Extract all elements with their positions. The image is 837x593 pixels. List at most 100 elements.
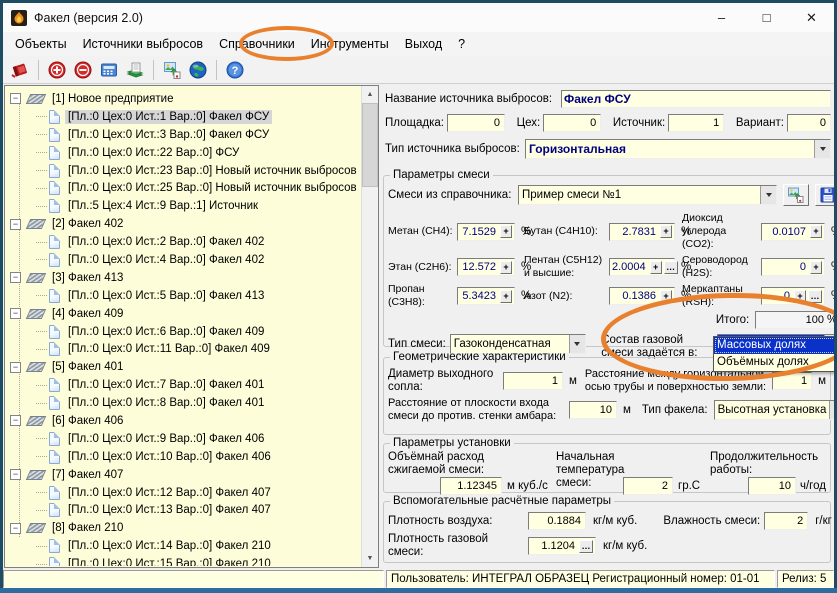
component-input[interactable]: 7.1529+: [457, 223, 515, 241]
globe-icon[interactable]: [185, 58, 211, 82]
axis-height-input[interactable]: 1: [772, 372, 812, 390]
component-input[interactable]: 0.0107+: [761, 223, 825, 241]
component-input[interactable]: 0+…: [761, 287, 825, 305]
expand-collapse-icon[interactable]: −: [10, 219, 21, 230]
tree-item[interactable]: [Пл.:0 Цех:0 Ист.:8 Вар.:0] Факел 401: [6, 394, 360, 412]
tree-item[interactable]: [Пл.:0 Цех:0 Ист.:2 Вар.:0] Факел 402: [6, 233, 360, 251]
menu-objects[interactable]: Объекты: [7, 34, 75, 54]
tree-item[interactable]: [Пл.:0 Цех:0 Ист.:12 Вар.:0] Факел 407: [6, 484, 360, 502]
tree-group[interactable]: −[8] Факел 210: [6, 519, 360, 537]
component-input[interactable]: 12.572+: [457, 258, 515, 276]
help-icon[interactable]: ?: [222, 58, 248, 82]
component-input[interactable]: 2.7831+: [609, 223, 675, 241]
scroll-down-icon[interactable]: ▼: [362, 550, 378, 567]
chevron-down-icon[interactable]: [814, 140, 830, 158]
gas-density-input[interactable]: 1.1204…: [528, 537, 596, 555]
area-input[interactable]: 0: [447, 114, 505, 132]
maximize-button[interactable]: □: [744, 3, 789, 32]
ellipsis-button[interactable]: …: [579, 540, 593, 553]
ellipsis-button[interactable]: …: [808, 290, 822, 303]
source-type-combobox[interactable]: Горизонтальная: [525, 139, 831, 159]
tree-item[interactable]: [Пл.:0 Цех:0 Ист.:14 Вар.:0] Факел 210: [6, 537, 360, 555]
component-input[interactable]: 0.1386+: [609, 287, 675, 305]
calculator-icon[interactable]: [96, 58, 122, 82]
menu-directories[interactable]: Справочники: [211, 34, 303, 54]
plus-button[interactable]: +: [500, 261, 512, 274]
scrollbar-thumb[interactable]: [362, 103, 378, 187]
menu-emission-sources[interactable]: Источники выбросов: [75, 34, 212, 54]
inlet-distance-input[interactable]: 10: [569, 401, 617, 419]
close-button[interactable]: ✕: [789, 3, 834, 32]
import-mixture-image-button[interactable]: [783, 184, 809, 206]
plus-button[interactable]: +: [660, 225, 672, 238]
tree-item[interactable]: [Пл.:0 Цех:0 Ист.:6 Вар.:0] Факел 409: [6, 323, 360, 341]
expand-collapse-icon[interactable]: −: [10, 308, 21, 319]
scroll-up-icon[interactable]: ▲: [362, 86, 378, 103]
flow-input[interactable]: 1.12345: [440, 477, 502, 495]
tree-scrollbar[interactable]: ▲ ▼: [361, 86, 378, 567]
expand-collapse-icon[interactable]: −: [10, 469, 21, 480]
flare-type-combobox[interactable]: Высотная установка: [714, 400, 837, 420]
tree-item[interactable]: [Пл.:0 Цех:0 Ист.:25 Вар.:0] Новый источ…: [6, 179, 360, 197]
expand-collapse-icon[interactable]: −: [10, 93, 21, 104]
image-export-icon[interactable]: [159, 58, 185, 82]
component-input[interactable]: 5.3423+: [457, 287, 515, 305]
plus-button[interactable]: +: [660, 290, 672, 303]
tree-item[interactable]: [Пл.:0 Цех:0 Ист.:3 Вар.:0] Факел ФСУ: [6, 126, 360, 144]
tree-group[interactable]: −[1] Новое предприятие: [6, 90, 360, 108]
tree-item[interactable]: [Пл.:0 Цех:0 Ист.:9 Вар.:0] Факел 406: [6, 430, 360, 448]
tree-group[interactable]: −[6] Факел 406: [6, 412, 360, 430]
tree-item[interactable]: [Пл.:0 Цех:0 Ист.:5 Вар.:0] Факел 413: [6, 287, 360, 305]
plus-button[interactable]: +: [810, 261, 822, 274]
tree-item[interactable]: [Пл.:0 Цех:0 Ист.:13 Вар.:0] Факел 407: [6, 501, 360, 519]
source-number-input[interactable]: 1: [668, 114, 724, 132]
source-name-input[interactable]: Факел ФСУ: [561, 90, 831, 108]
remove-circle-icon[interactable]: [70, 58, 96, 82]
expand-collapse-icon[interactable]: −: [10, 415, 21, 426]
dropdown-option-mass-fractions[interactable]: Массовых долях: [714, 337, 837, 354]
plus-button[interactable]: +: [794, 290, 806, 303]
tree-item[interactable]: [Пл.:0 Цех:0 Ист.:7 Вар.:0] Факел 401: [6, 376, 360, 394]
tree-group[interactable]: −[4] Факел 409: [6, 305, 360, 323]
variant-input[interactable]: 0: [787, 114, 831, 132]
plus-button[interactable]: +: [500, 225, 512, 238]
report-book-icon[interactable]: [122, 58, 148, 82]
tree-group[interactable]: −[5] Факел 401: [6, 358, 360, 376]
menu-tools[interactable]: Инструменты: [303, 34, 397, 54]
plus-button[interactable]: +: [810, 225, 822, 238]
menu-exit[interactable]: Выход: [397, 34, 450, 54]
expand-collapse-icon[interactable]: −: [10, 362, 21, 373]
tree-item[interactable]: [Пл.:0 Цех:0 Ист.:22 Вар.:0] ФСУ: [6, 144, 360, 162]
duration-input[interactable]: 10: [748, 477, 796, 495]
tree-item[interactable]: [Пл.:0 Цех:0 Ист.:1 Вар.:0] Факел ФСУ: [6, 108, 360, 126]
tree-item[interactable]: [Пл.:0 Цех:0 Ист.:10 Вар.:0] Факел 406: [6, 448, 360, 466]
tree-group[interactable]: −[7] Факел 407: [6, 466, 360, 484]
expand-collapse-icon[interactable]: −: [10, 523, 21, 534]
add-circle-icon[interactable]: [44, 58, 70, 82]
mixture-directory-combobox[interactable]: Пример смеси №1: [518, 185, 777, 205]
plus-button[interactable]: +: [500, 290, 512, 303]
shop-input[interactable]: 0: [543, 114, 601, 132]
tree-item[interactable]: [Пл.:5 Цех:4 Ист.:9 Вар.:1] Источник: [6, 197, 360, 215]
dropdown-option-volume-fractions[interactable]: Объёмных долях: [714, 354, 837, 371]
component-input[interactable]: 0+: [761, 258, 825, 276]
tree-item[interactable]: [Пл.:0 Цех:0 Ист.:15 Вар.:0] Факел 210: [6, 555, 360, 566]
tree-item[interactable]: [Пл.:0 Цех:0 Ист.:4 Вар.:0] Факел 402: [6, 251, 360, 269]
chevron-down-icon[interactable]: [760, 186, 776, 204]
temperature-input[interactable]: 2: [623, 477, 673, 495]
nozzle-diameter-input[interactable]: 1: [503, 372, 563, 390]
tree-group[interactable]: −[2] Факел 402: [6, 215, 360, 233]
plus-button[interactable]: +: [650, 261, 662, 274]
minimize-button[interactable]: –: [699, 3, 744, 32]
humidity-input[interactable]: 2: [764, 512, 808, 530]
tree-connector: [36, 206, 47, 207]
red-book-icon[interactable]: [7, 58, 33, 82]
ellipsis-button[interactable]: …: [664, 261, 678, 274]
air-density-input[interactable]: 0.1884: [528, 512, 586, 530]
tree-item[interactable]: [Пл.:0 Цех:0 Ист.:11 Вар.:0] Факел 409: [6, 340, 360, 358]
tree-item[interactable]: [Пл.:0 Цех:0 Ист.:23 Вар.:0] Новый источ…: [6, 162, 360, 180]
tree-group[interactable]: −[3] Факел 413: [6, 269, 360, 287]
expand-collapse-icon[interactable]: −: [10, 272, 21, 283]
component-input[interactable]: 2.0004+…: [609, 258, 675, 276]
menu-help[interactable]: ?: [450, 34, 473, 54]
